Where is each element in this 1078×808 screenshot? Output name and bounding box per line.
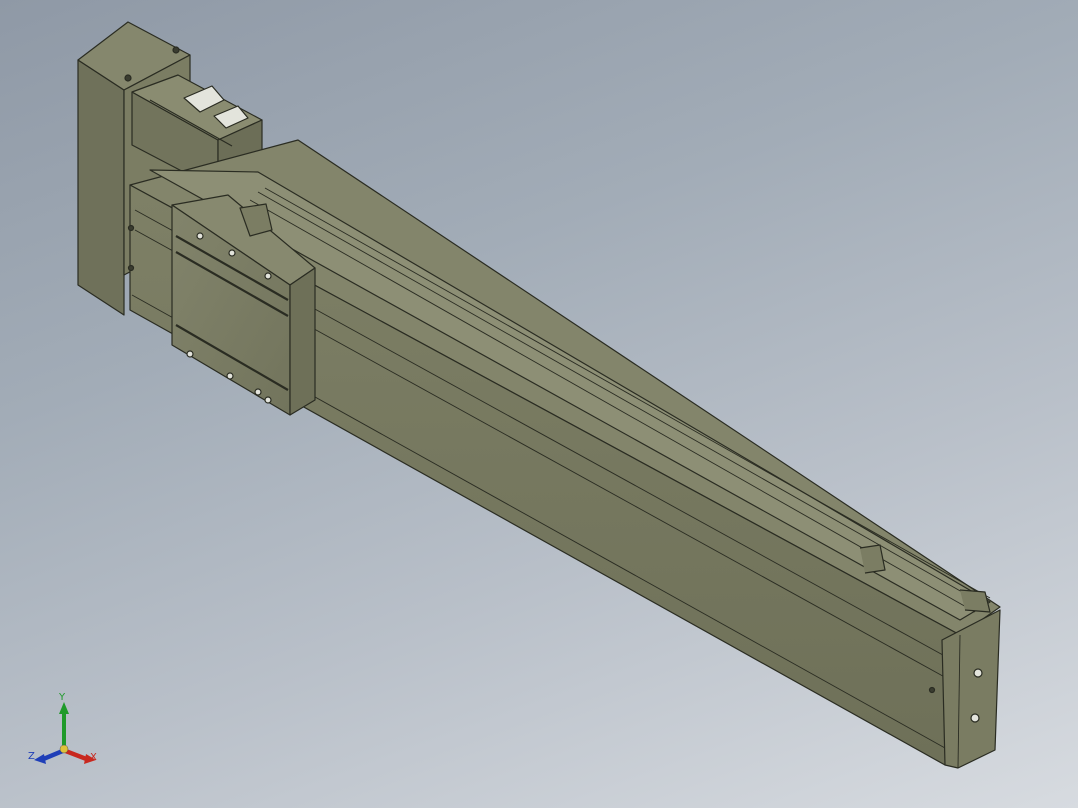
linear-actuator-model[interactable] [0, 0, 1078, 808]
mount-plate-front [77, 59, 125, 316]
x-axis-label: X [90, 752, 97, 763]
triad-origin [59, 744, 69, 754]
carriage-side [289, 267, 316, 416]
graphics-viewport[interactable]: Y X Z [0, 0, 1078, 808]
axis-triad: Y X Z [26, 692, 106, 768]
triad-cones [34, 702, 96, 764]
z-axis-label: Z [28, 751, 35, 762]
y-axis-label: Y [59, 692, 66, 703]
